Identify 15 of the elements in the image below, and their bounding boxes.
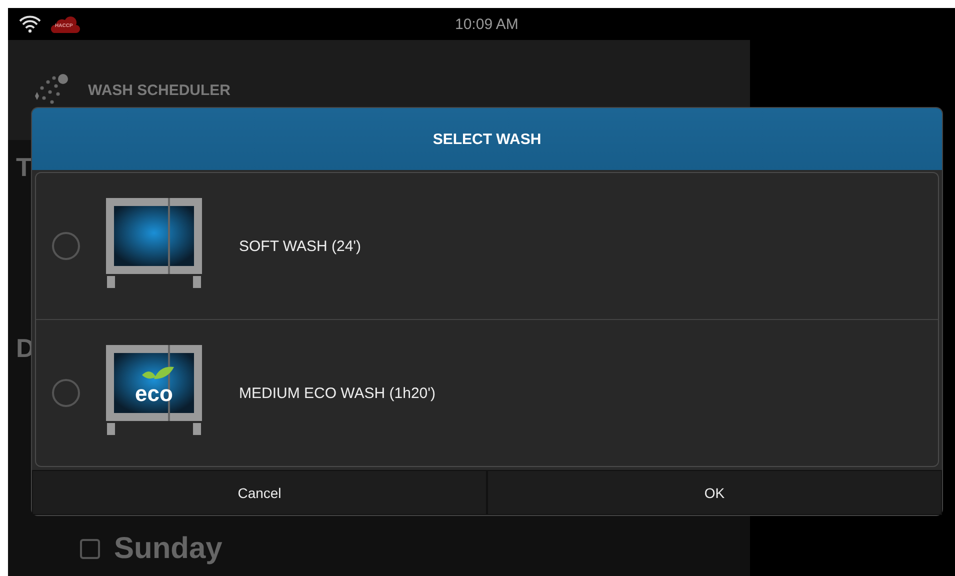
wash-option-label[interactable]: SOFT WASH (24') — [239, 238, 362, 254]
clock-time: 10:09 AM — [455, 16, 518, 33]
cloud-icon — [50, 14, 80, 34]
eco-label: eco — [134, 381, 174, 407]
app-title: WASH SCHEDULER — [88, 82, 231, 98]
wash-option-label[interactable]: MEDIUM ECO WASH (1h20') — [239, 384, 436, 402]
dialog-button[interactable]: OK — [487, 470, 942, 515]
radio-button[interactable] — [52, 232, 80, 260]
section-label: T — [15, 152, 33, 183]
dialog-title: SELECT WASH — [32, 108, 942, 170]
day-label: Sunday — [114, 532, 222, 566]
dialog-button[interactable]: Cancel — [32, 470, 487, 515]
checkbox[interactable] — [80, 539, 100, 559]
radio-button[interactable] — [52, 379, 80, 407]
wifi-icon — [18, 15, 42, 33]
